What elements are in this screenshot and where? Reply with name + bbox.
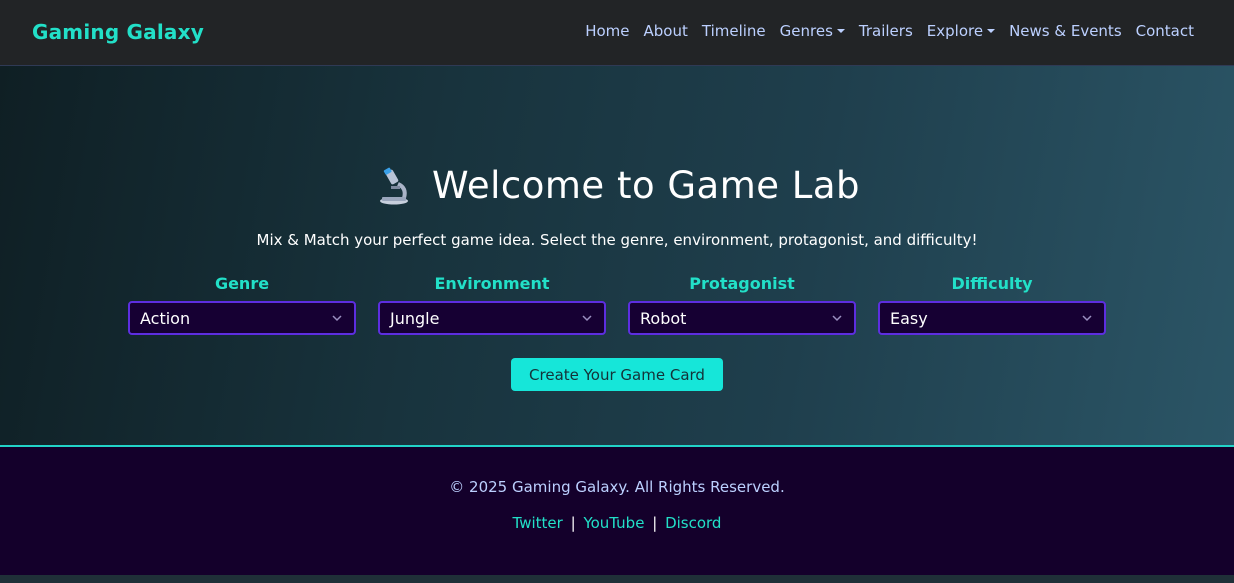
caret-down-icon: [987, 29, 996, 33]
protagonist-selector: Protagonist Robot: [628, 274, 856, 335]
social-links: Twitter | YouTube | Discord: [0, 514, 1234, 532]
environment-value: Jungle: [390, 308, 440, 328]
environment-label: Environment: [434, 274, 550, 293]
hero-title-row: Welcome to Game Lab: [0, 164, 1234, 207]
difficulty-select[interactable]: Easy: [878, 301, 1106, 335]
page-bottom-strip: [0, 575, 1234, 583]
chevron-down-icon: [1082, 315, 1092, 322]
footer: © 2025 Gaming Galaxy. All Rights Reserve…: [0, 445, 1234, 575]
hero-section: Welcome to Game Lab Mix & Match your per…: [0, 66, 1234, 445]
nav-explore-label: Explore: [926, 22, 984, 40]
nav-news-events[interactable]: News & Events: [1009, 22, 1122, 40]
genre-selector: Genre Action: [128, 274, 356, 335]
chevron-down-icon: [332, 315, 342, 322]
nav-home[interactable]: Home: [585, 22, 629, 40]
youtube-link[interactable]: YouTube: [583, 514, 644, 532]
separator: |: [570, 514, 576, 532]
caret-down-icon: [836, 29, 845, 33]
twitter-link[interactable]: Twitter: [513, 514, 563, 532]
nav-home-label: Home: [585, 22, 630, 40]
genre-value: Action: [140, 308, 191, 328]
difficulty-label: Difficulty: [951, 274, 1033, 293]
protagonist-value: Robot: [640, 308, 687, 328]
chevron-down-icon: [832, 315, 842, 322]
nav-contact[interactable]: Contact: [1136, 22, 1194, 40]
brand-logo[interactable]: Gaming Galaxy: [32, 20, 204, 44]
nav-about-label: About: [643, 22, 688, 40]
chevron-down-icon: [582, 315, 592, 322]
discord-link[interactable]: Discord: [665, 514, 721, 532]
create-game-card-button[interactable]: Create Your Game Card: [511, 358, 723, 391]
difficulty-value: Easy: [890, 308, 928, 328]
environment-select[interactable]: Jungle: [378, 301, 606, 335]
nav-genres-label: Genres: [779, 22, 833, 40]
protagonist-label: Protagonist: [689, 274, 795, 293]
hero-subtitle: Mix & Match your perfect game idea. Sele…: [256, 231, 978, 249]
genre-label: Genre: [214, 274, 270, 293]
environment-selector: Environment Jungle: [378, 274, 606, 335]
microscope-icon: [379, 167, 408, 204]
nav-trailers-label: Trailers: [858, 22, 913, 40]
nav-about[interactable]: About: [644, 22, 688, 40]
separator: |: [652, 514, 658, 532]
protagonist-select[interactable]: Robot: [628, 301, 856, 335]
nav-contact-label: Contact: [1135, 22, 1194, 40]
nav-genres-dropdown[interactable]: Genres: [780, 22, 845, 40]
nav-links: Home About Timeline Genres Trailers Expl…: [585, 22, 1194, 40]
nav-timeline-label: Timeline: [701, 22, 766, 40]
genre-select[interactable]: Action: [128, 301, 356, 335]
navbar: Gaming Galaxy Home About Timeline Genres…: [0, 0, 1234, 66]
nav-explore-dropdown[interactable]: Explore: [926, 22, 996, 40]
copyright-text: © 2025 Gaming Galaxy. All Rights Reserve…: [449, 478, 785, 496]
page-title: Welcome to Game Lab: [431, 164, 861, 207]
nav-trailers[interactable]: Trailers: [859, 22, 913, 40]
nav-news-label: News & Events: [1009, 22, 1122, 40]
difficulty-selector: Difficulty Easy: [878, 274, 1106, 335]
nav-timeline[interactable]: Timeline: [702, 22, 766, 40]
